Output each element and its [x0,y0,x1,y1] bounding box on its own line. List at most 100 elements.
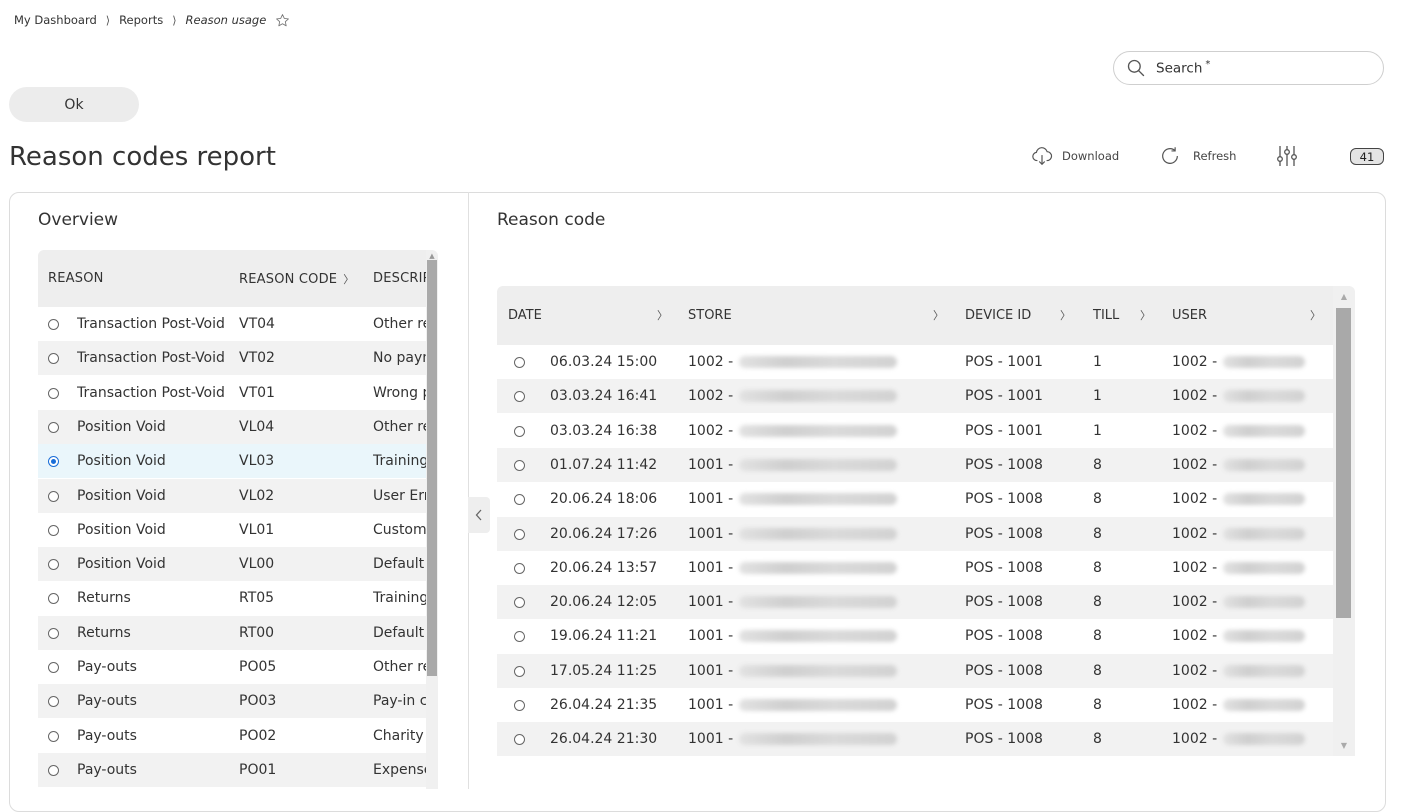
download-button[interactable]: Download [1031,145,1119,167]
settings-button[interactable] [1275,144,1299,168]
row-radio[interactable] [514,357,525,368]
table-row[interactable]: Pay-outs PO03 Pay-in correction [38,684,426,719]
search-icon [1126,58,1146,78]
table-row[interactable]: Position Void VL04 Other reason [38,409,426,444]
chevron-right-icon[interactable]: 〉 [933,307,944,323]
till-cell: 8 [1093,491,1102,508]
search-input[interactable]: Search * [1113,51,1384,85]
table-row[interactable]: Position Void VL03 Training [38,444,426,479]
table-row[interactable]: Position Void VL00 Default [38,547,426,582]
table-row[interactable]: Pay-outs PO02 Charity [38,718,426,753]
chevron-right-icon[interactable]: 〉 [1140,307,1151,323]
redacted-text [1223,664,1306,677]
scroll-down-icon[interactable]: ▼ [1333,741,1355,750]
column-header-user[interactable]: USER [1172,308,1207,323]
chevron-right-icon[interactable]: 〉 [1060,307,1071,323]
scrollbar-thumb[interactable] [427,260,437,676]
row-radio[interactable] [514,528,525,540]
column-header-date[interactable]: DATE [508,308,542,323]
reason-code-table: DATE 〉 STORE 〉 DEVICE ID 〉 TILL 〉 USER 〉… [497,286,1355,756]
row-radio[interactable] [514,631,525,643]
row-radio[interactable] [48,764,59,776]
table-row[interactable]: Transaction Post-Void VT04 Other reason [38,307,426,341]
store-cell: 1001 - [688,448,898,482]
row-radio[interactable] [514,562,525,574]
redacted-text [739,561,898,574]
breadcrumb-separator: ⟩ [105,13,111,27]
till-cell: 1 [1093,422,1102,439]
scroll-up-icon[interactable]: ▲ [1333,292,1355,301]
row-radio[interactable] [514,494,525,506]
table-row[interactable]: 17.05.24 11:25 1001 - POS - 1008 8 1002 - [497,653,1333,688]
device-id-cell: POS - 1008 [965,491,1043,508]
date-cell: 20.06.24 13:57 [550,559,658,576]
table-row[interactable]: 19.06.24 11:21 1001 - POS - 1008 8 1002 - [497,619,1333,654]
row-radio[interactable] [48,627,59,639]
column-header-description[interactable]: DESCRIPTION [373,271,426,286]
breadcrumb-my-dashboard[interactable]: My Dashboard [14,13,97,27]
row-radio[interactable] [48,662,59,673]
table-row[interactable]: Returns RT00 Default [38,615,426,650]
redacted-text [1223,561,1306,574]
star-outline-icon[interactable] [275,13,290,28]
row-radio[interactable] [514,459,525,471]
column-header-device-id[interactable]: DEVICE ID [965,308,1031,323]
device-id-cell: POS - 1008 [965,456,1043,473]
row-radio[interactable] [514,734,525,746]
collapse-panel-button[interactable] [468,497,490,533]
row-radio[interactable] [48,559,59,571]
table-row[interactable]: 20.06.24 18:06 1001 - POS - 1008 8 1002 - [497,482,1333,517]
table-row[interactable]: 26.04.24 21:30 1001 - POS - 1008 8 1002 - [497,722,1333,756]
column-header-reason-code[interactable]: REASON CODE 〉 [239,271,354,287]
row-radio[interactable] [48,730,59,742]
refresh-button[interactable]: Refresh [1159,145,1236,167]
table-row[interactable]: 20.06.24 12:05 1001 - POS - 1008 8 1002 - [497,585,1333,620]
row-radio[interactable] [514,665,525,677]
row-radio[interactable] [48,696,59,708]
overview-scrollbar[interactable]: ▲ [426,250,438,789]
row-radio[interactable] [48,593,59,605]
table-row[interactable]: 26.04.24 21:35 1001 - POS - 1008 8 1002 - [497,688,1333,722]
row-radio[interactable] [514,597,525,609]
table-row[interactable]: 20.06.24 13:57 1001 - POS - 1008 8 1002 - [497,550,1333,585]
row-radio[interactable] [48,524,59,536]
row-radio[interactable] [48,387,59,399]
reason-code-scrollbar[interactable]: ▲ ▼ [1333,286,1355,756]
column-header-store[interactable]: STORE [688,308,732,323]
breadcrumb-separator: ⟩ [172,13,177,27]
chevron-right-icon[interactable]: 〉 [657,307,668,323]
description-cell: Other reason [373,316,426,332]
column-header-till[interactable]: TILL [1093,308,1119,323]
chevron-right-icon[interactable]: 〉 [1310,307,1321,323]
row-radio[interactable] [48,353,59,365]
table-row[interactable]: 01.07.24 11:42 1001 - POS - 1008 8 1002 - [497,447,1333,482]
store-cell: 1001 - [688,585,898,619]
scroll-up-icon[interactable]: ▲ [426,252,438,260]
row-radio[interactable] [514,425,525,437]
description-cell: No payment [373,350,426,367]
table-row[interactable]: Pay-outs PO01 Expenses [38,752,426,787]
table-row[interactable]: 20.06.24 17:26 1001 - POS - 1008 8 1002 - [497,516,1333,551]
row-radio[interactable] [514,700,525,711]
row-radio[interactable] [48,421,59,433]
description-cell: Training [373,590,426,607]
row-radio[interactable] [48,319,59,330]
table-row[interactable]: Position Void VL01 Customer [38,512,426,547]
table-row[interactable]: Position Void VL02 User Error [38,478,426,513]
table-row[interactable]: Returns RT05 Training [38,581,426,616]
table-row[interactable]: Transaction Post-Void VT01 Wrong payment [38,375,426,410]
date-cell: 17.05.24 11:25 [550,662,658,679]
scrollbar-thumb[interactable] [1336,308,1351,618]
table-row[interactable]: 06.03.24 15:00 1002 - POS - 1001 1 1002 - [497,345,1333,379]
table-row[interactable]: 03.03.24 16:41 1002 - POS - 1001 1 1002 - [497,379,1333,414]
row-radio[interactable] [514,391,525,403]
table-row[interactable]: Transaction Post-Void VT02 No payment [38,341,426,376]
ok-button[interactable]: Ok [9,87,139,122]
table-row[interactable]: Pay-outs PO05 Other reason [38,650,426,684]
row-radio[interactable] [48,456,59,468]
row-radio[interactable] [48,490,59,502]
breadcrumb-reports[interactable]: Reports [119,13,163,27]
reason-code-cell: PO05 [239,659,277,675]
column-header-reason[interactable]: REASON [48,271,104,286]
table-row[interactable]: 03.03.24 16:38 1002 - POS - 1001 1 1002 - [497,413,1333,448]
